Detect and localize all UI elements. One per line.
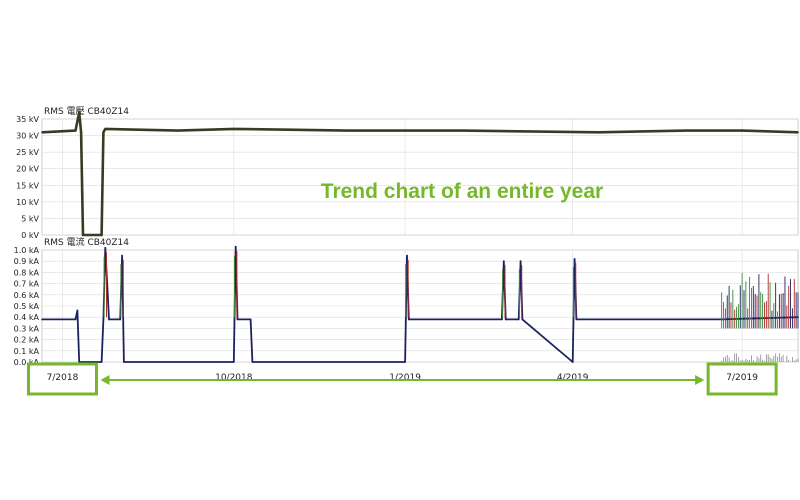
current-data-point bbox=[119, 318, 122, 321]
voltage-data-point bbox=[100, 234, 103, 236]
current-data-point bbox=[104, 246, 107, 249]
current-data-point bbox=[234, 245, 237, 248]
voltage-y-tick-label: 0 kV bbox=[21, 231, 39, 240]
voltage-data-point bbox=[41, 131, 43, 134]
voltage-panel: RMS 電壓 CB40Z14 0 kV 5 kV 10 kV 15 kV 20 kV 25… bbox=[16, 106, 799, 240]
current-data-point bbox=[121, 254, 123, 257]
current-data-point bbox=[408, 318, 410, 321]
current-panel-title: RMS 電流 CB40Z14 bbox=[44, 236, 129, 248]
current-data-point bbox=[521, 318, 524, 321]
voltage-y-tick-label: 15 kV bbox=[16, 181, 39, 190]
voltage-y-tick-label: 5 kV bbox=[21, 214, 39, 223]
current-data-point bbox=[573, 258, 576, 260]
current-y-tick-label: 1.0 kA bbox=[14, 246, 40, 255]
voltage-data-point bbox=[82, 234, 84, 236]
current-y-tick-label: 0.2 kA bbox=[14, 336, 40, 345]
current-y-tick-label: 0.4 kA bbox=[14, 313, 40, 322]
voltage-data-point bbox=[74, 129, 77, 132]
current-data-point bbox=[74, 318, 77, 321]
voltage-plot-area bbox=[41, 118, 799, 236]
x-tick-label: 7/2018 bbox=[47, 373, 79, 383]
current-data-point bbox=[251, 361, 254, 363]
voltage-data-point bbox=[462, 129, 464, 132]
current-data-point bbox=[406, 254, 408, 257]
current-data-point bbox=[571, 361, 574, 363]
voltage-data-point bbox=[80, 131, 82, 134]
current-data-point bbox=[519, 260, 522, 263]
current-data-point bbox=[100, 361, 103, 363]
x-tick-label: 10/2018 bbox=[215, 373, 253, 383]
voltage-y-tick-label: 30 kV bbox=[16, 132, 39, 141]
current-y-tick-label: 0.6 kA bbox=[14, 291, 40, 300]
voltage-data-point bbox=[104, 128, 107, 130]
voltage-data-point bbox=[741, 129, 743, 132]
current-data-point bbox=[249, 318, 252, 321]
voltage-data-point bbox=[177, 129, 179, 132]
current-y-axis: 0.0 kA0.1 kA0.2 kA0.3 kA0.4 kA0.5 kA0.6 … bbox=[14, 246, 40, 367]
x-tick-label: 4/2019 bbox=[557, 373, 589, 383]
voltage-data-point bbox=[78, 111, 81, 114]
current-panel: RMS 電流 CB40Z14 0.0 kA0.1 kA0.2 kA0.3 kA0… bbox=[14, 236, 799, 367]
voltage-data-point bbox=[102, 131, 105, 134]
voltage-y-tick-label: 35 kV bbox=[16, 115, 39, 124]
current-y-tick-label: 0.1 kA bbox=[14, 347, 40, 356]
current-data-point bbox=[76, 309, 79, 312]
voltage-y-tick-label: 10 kV bbox=[16, 198, 39, 207]
voltage-y-tick-label: 25 kV bbox=[16, 148, 39, 157]
voltage-data-point bbox=[597, 131, 600, 134]
current-data-point bbox=[232, 361, 235, 363]
voltage-data-point bbox=[346, 129, 349, 132]
current-data-point bbox=[404, 361, 406, 363]
current-y-tick-label: 0.9 kA bbox=[14, 257, 40, 266]
current-data-point bbox=[517, 318, 520, 321]
current-y-tick-label: 0.3 kA bbox=[14, 324, 40, 333]
current-data-point bbox=[575, 318, 578, 321]
current-data-point bbox=[41, 318, 43, 321]
x-tick-label: 1/2019 bbox=[389, 373, 421, 383]
current-data-point bbox=[501, 318, 503, 321]
x-tick-label: 7/2019 bbox=[726, 373, 758, 383]
current-y-tick-label: 0.7 kA bbox=[14, 280, 40, 289]
annotation-text: Trend chart of an entire year bbox=[321, 180, 603, 203]
current-y-tick-label: 0.5 kA bbox=[14, 302, 40, 311]
current-data-point bbox=[108, 318, 110, 321]
voltage-panel-title: RMS 電壓 CB40Z14 bbox=[44, 106, 129, 117]
current-data-point bbox=[102, 318, 105, 321]
voltage-data-point bbox=[797, 131, 799, 134]
voltage-data-point bbox=[685, 129, 688, 132]
voltage-y-tick-label: 20 kV bbox=[16, 165, 39, 174]
current-data-point bbox=[502, 260, 505, 263]
current-y-tick-label: 0.8 kA bbox=[14, 268, 40, 277]
current-data-point bbox=[123, 361, 125, 363]
current-data-point bbox=[236, 318, 239, 321]
voltage-data-point bbox=[232, 128, 235, 130]
current-data-point bbox=[504, 318, 507, 321]
